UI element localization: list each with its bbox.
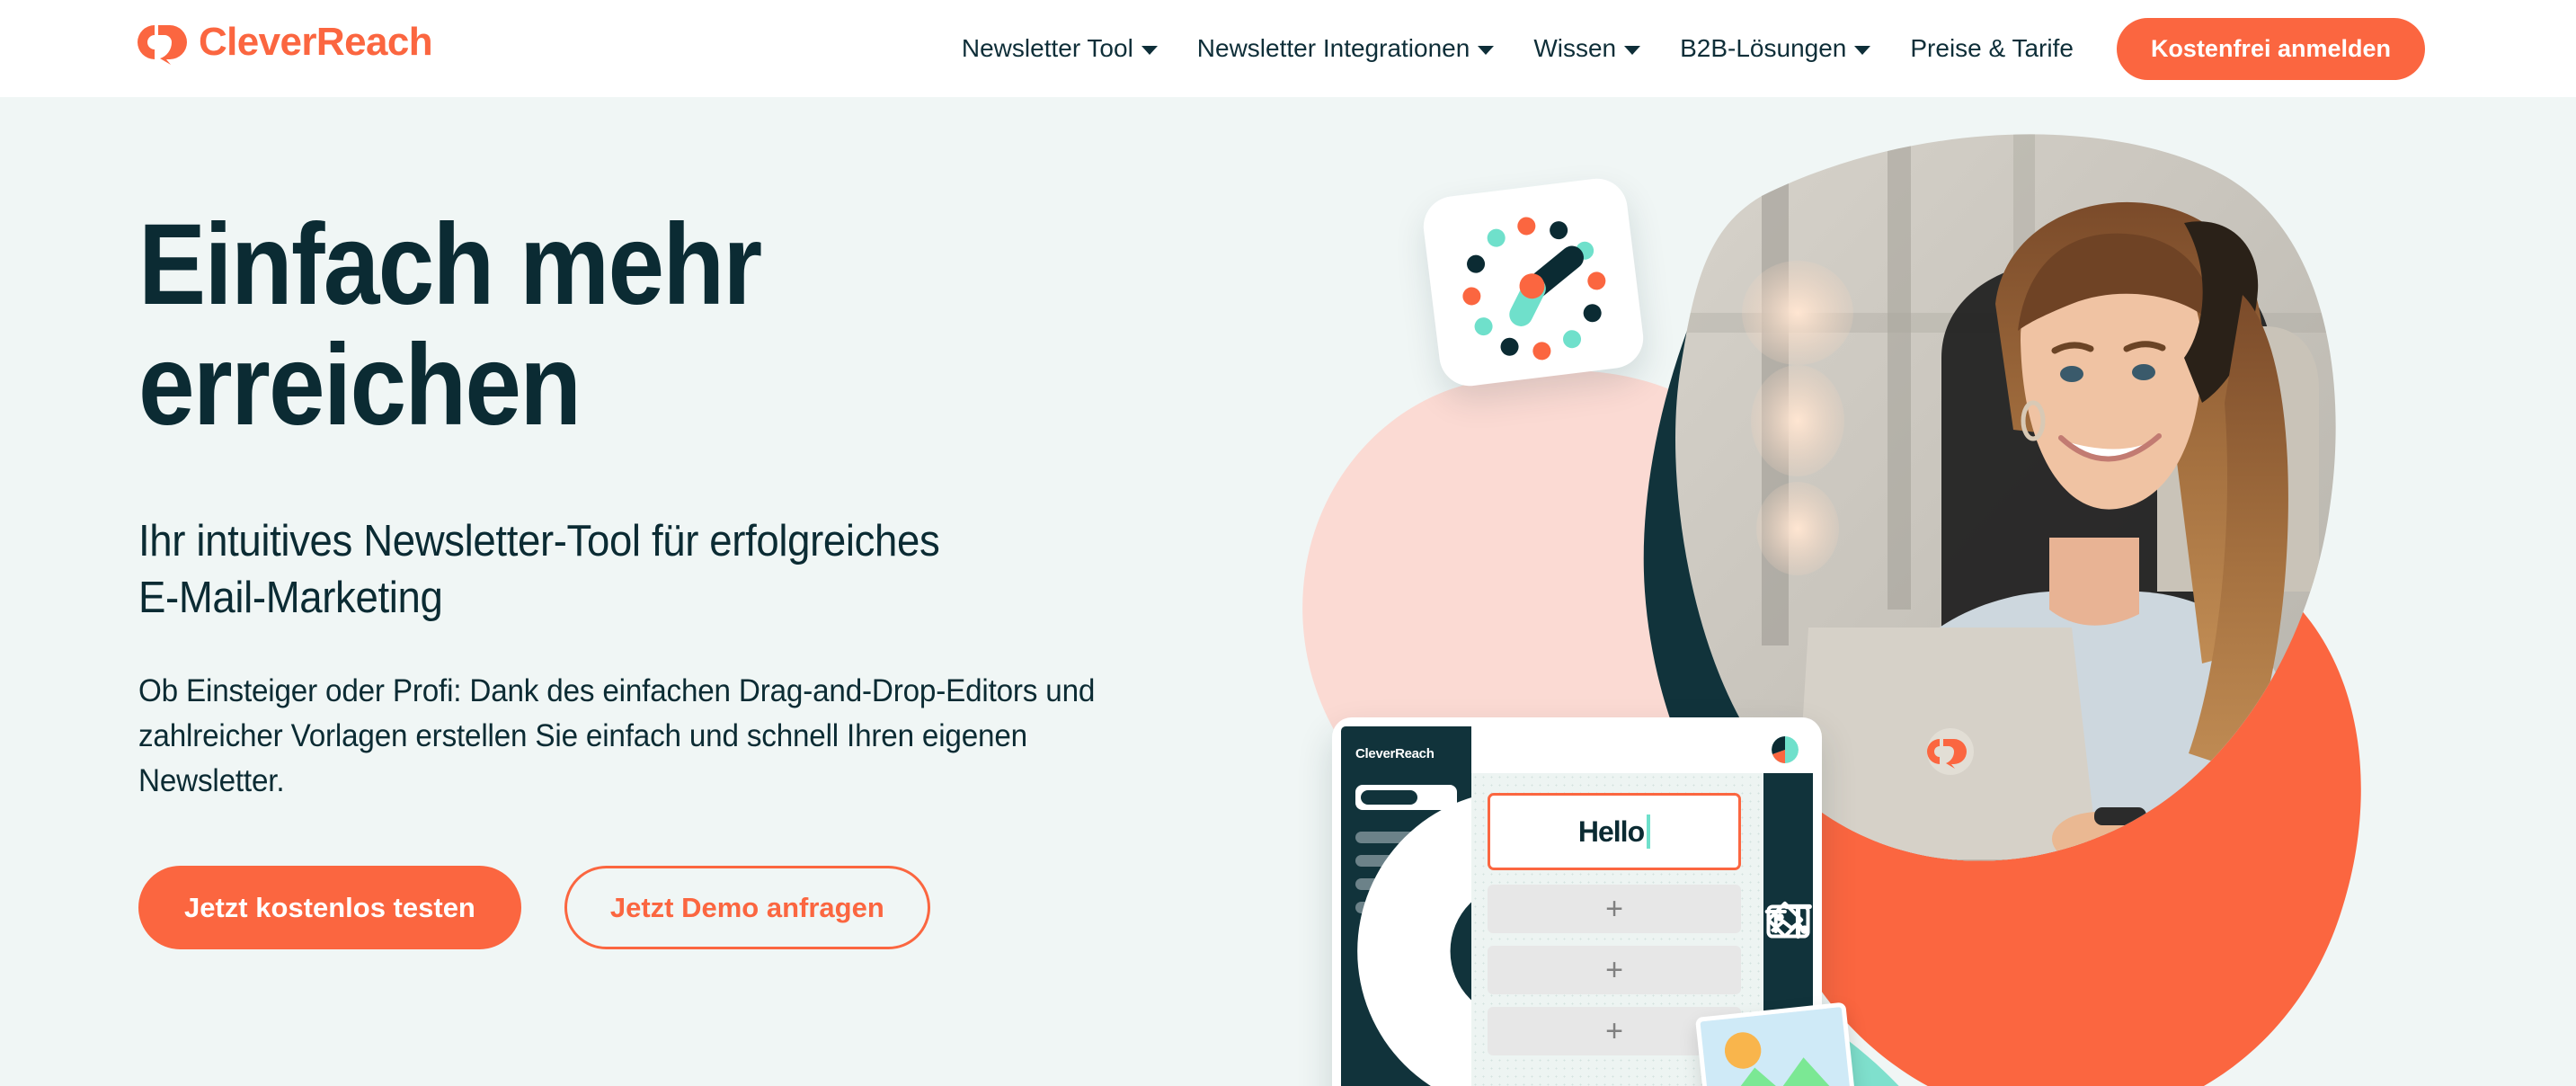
nav-label: B2B-Lösungen bbox=[1680, 34, 1847, 62]
nav-label: Newsletter Tool bbox=[961, 34, 1133, 62]
hero-section: Einfach mehr erreichen Ihr intuitives Ne… bbox=[0, 97, 2576, 1086]
hero-illustration: CleverReach Hello + + + bbox=[1258, 97, 2576, 1086]
nav-label: Wissen bbox=[1533, 34, 1617, 62]
hero-subheadline: Ihr intuitives Newsletter-Tool für erfol… bbox=[138, 516, 940, 622]
nav-item-b2b-loesungen[interactable]: B2B-Lösungen bbox=[1660, 36, 1890, 61]
site-header: CleverReach Newsletter Tool Newsletter I… bbox=[0, 0, 2576, 97]
editor-add-block-row[interactable]: + bbox=[1488, 946, 1741, 994]
clock-icon bbox=[1462, 217, 1606, 361]
brand-name: CleverReach bbox=[199, 20, 433, 64]
chevron-down-icon bbox=[1624, 46, 1641, 55]
signup-button[interactable]: Kostenfrei anmelden bbox=[2116, 17, 2425, 80]
editor-topbar bbox=[1471, 726, 1813, 773]
brand-logo[interactable]: CleverReach bbox=[135, 20, 433, 65]
editor-sidebar: CleverReach bbox=[1341, 726, 1822, 1086]
nav-item-newsletter-tool[interactable]: Newsletter Tool bbox=[942, 36, 1177, 61]
cleverreach-cr-logo-icon bbox=[138, 25, 187, 65]
picture-placeholder-icon bbox=[1694, 1001, 1858, 1086]
nav-item-wissen[interactable]: Wissen bbox=[1514, 36, 1660, 61]
editor-text-value: Hello bbox=[1577, 814, 1645, 848]
hero-cta-group: Jetzt kostenlos testen Jetzt Demo anfrag… bbox=[138, 866, 1262, 950]
hero-body-text: Ob Einsteiger oder Profi: Dank des einfa… bbox=[138, 673, 1096, 798]
nav-item-preise-tarife[interactable]: Preise & Tarife bbox=[1890, 36, 2093, 61]
hero-copy: Einfach mehr erreichen Ihr intuitives Ne… bbox=[138, 200, 1262, 950]
clock-card bbox=[1419, 174, 1648, 390]
pie-avatar-icon[interactable] bbox=[1772, 736, 1799, 763]
chevron-down-icon bbox=[1854, 46, 1871, 55]
editor-add-block-row[interactable]: + bbox=[1488, 885, 1741, 933]
chevron-down-icon bbox=[1141, 46, 1158, 55]
nav-label: Preise & Tarife bbox=[1910, 34, 2074, 62]
editor-text-block[interactable]: Hello bbox=[1488, 793, 1741, 870]
main-navigation: Newsletter Tool Newsletter Integrationen… bbox=[942, 0, 2425, 97]
request-demo-button[interactable]: Jetzt Demo anfragen bbox=[564, 866, 930, 950]
page-title: Einfach mehr erreichen bbox=[138, 200, 762, 450]
nav-label: Newsletter Integrationen bbox=[1196, 34, 1470, 62]
editor-logo: CleverReach bbox=[1355, 746, 1822, 1086]
nav-item-newsletter-integrationen[interactable]: Newsletter Integrationen bbox=[1177, 36, 1515, 61]
text-cursor-icon bbox=[1647, 814, 1651, 849]
free-trial-button[interactable]: Jetzt kostenlos testen bbox=[138, 866, 521, 950]
chevron-down-icon bbox=[1478, 46, 1495, 55]
